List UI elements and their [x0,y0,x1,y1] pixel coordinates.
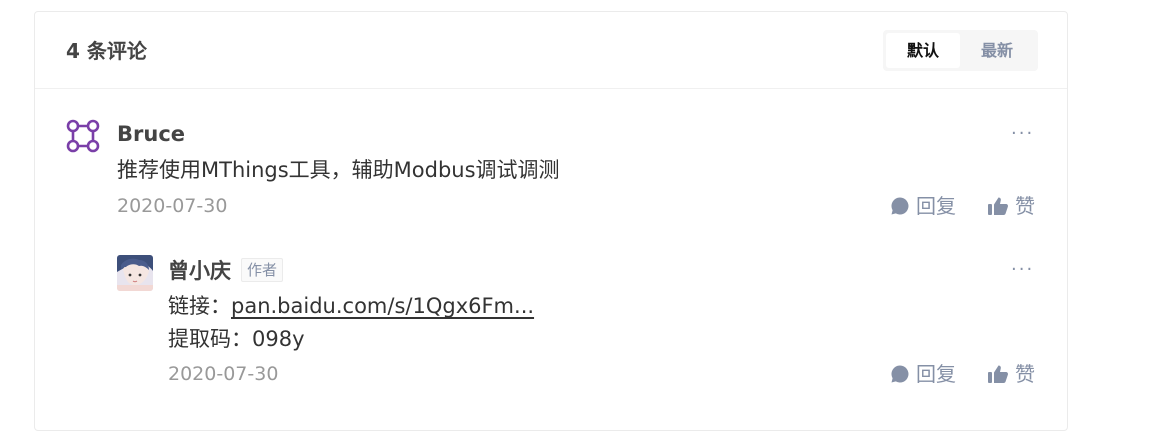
more-options-button[interactable]: ··· [1011,261,1034,279]
like-label: 赞 [1015,362,1035,386]
reply-button[interactable]: 回复 [890,360,956,388]
comment-date: 2020-07-30 [168,363,279,385]
link-label: 链接： [168,294,231,318]
avatar[interactable] [117,255,153,291]
like-button[interactable]: 赞 [987,360,1035,388]
extraction-code-line: 提取码：098y [168,327,305,351]
share-link[interactable]: pan.baidu.com/s/1Qgx6Fm... [231,294,534,318]
comment-author[interactable]: 曾小庆 [168,257,231,285]
anime-avatar-icon [117,255,153,291]
speech-bubble-icon [891,365,909,383]
thumbs-up-icon [988,365,1008,383]
comment-content: 链接：pan.baidu.com/s/1Qgx6Fm... [168,290,534,323]
comments-card: 4 条评论 默认 最新 Bruce ··· 推荐使用MThings工具，辅助Mo… [34,11,1068,431]
author-badge: 作者 [241,258,284,282]
reply-label: 回复 [916,362,956,386]
reply-comment-item: 曾小庆 作者 ··· 链接：pan.baidu.com/s/1Qgx6Fm...… [35,12,1069,412]
